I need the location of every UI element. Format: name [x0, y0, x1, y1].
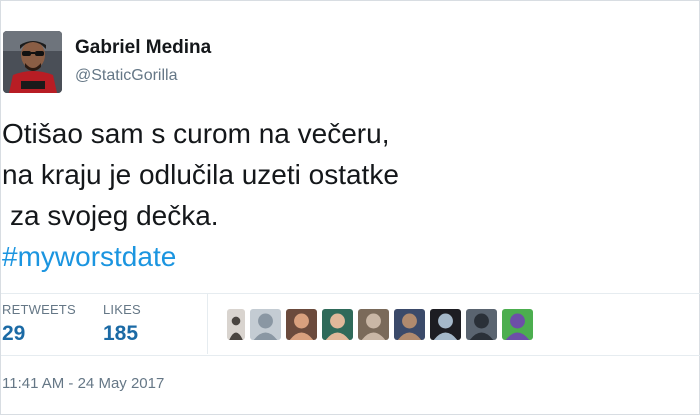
- likes-stat[interactable]: LIKES 185: [103, 302, 141, 346]
- liker-avatar-4[interactable]: [322, 309, 353, 340]
- retweets-label: RETWEETS: [2, 302, 76, 317]
- tweet-text: Otišao sam s curom na večeru, na kraju j…: [2, 113, 562, 277]
- tweet-line: na kraju je odlučila uzeti ostatke: [2, 159, 399, 190]
- liker-avatar-1[interactable]: [227, 309, 245, 340]
- liker-avatar-9[interactable]: [502, 309, 533, 340]
- stats-separator: [207, 294, 208, 354]
- tweet-timestamp[interactable]: 11:41 AM - 24 May 2017: [2, 375, 164, 392]
- tweet-card: Gabriel Medina @StaticGorilla Otišao sam…: [0, 0, 700, 415]
- liker-avatar-2[interactable]: [250, 309, 281, 340]
- tweet-line: za svojeg dečka.: [10, 200, 219, 231]
- divider: [1, 293, 700, 294]
- likes-count[interactable]: 185: [103, 322, 141, 346]
- liker-avatar-8[interactable]: [466, 309, 497, 340]
- liker-avatar-6[interactable]: [394, 309, 425, 340]
- hashtag-link[interactable]: #myworstdate: [2, 236, 562, 277]
- user-avatar[interactable]: [3, 31, 62, 93]
- tweet-line: Otišao sam s curom na večeru,: [2, 118, 390, 149]
- likes-label: LIKES: [103, 302, 141, 317]
- retweets-stat[interactable]: RETWEETS 29: [2, 302, 76, 346]
- liker-avatars: [227, 309, 538, 341]
- liker-avatar-7[interactable]: [430, 309, 461, 340]
- liker-avatar-3[interactable]: [286, 309, 317, 340]
- display-name[interactable]: Gabriel Medina: [75, 37, 211, 59]
- liker-avatar-5[interactable]: [358, 309, 389, 340]
- avatar-photo-icon: [3, 31, 62, 93]
- user-handle[interactable]: @StaticGorilla: [75, 67, 178, 85]
- retweets-count[interactable]: 29: [2, 322, 76, 346]
- divider: [1, 355, 700, 356]
